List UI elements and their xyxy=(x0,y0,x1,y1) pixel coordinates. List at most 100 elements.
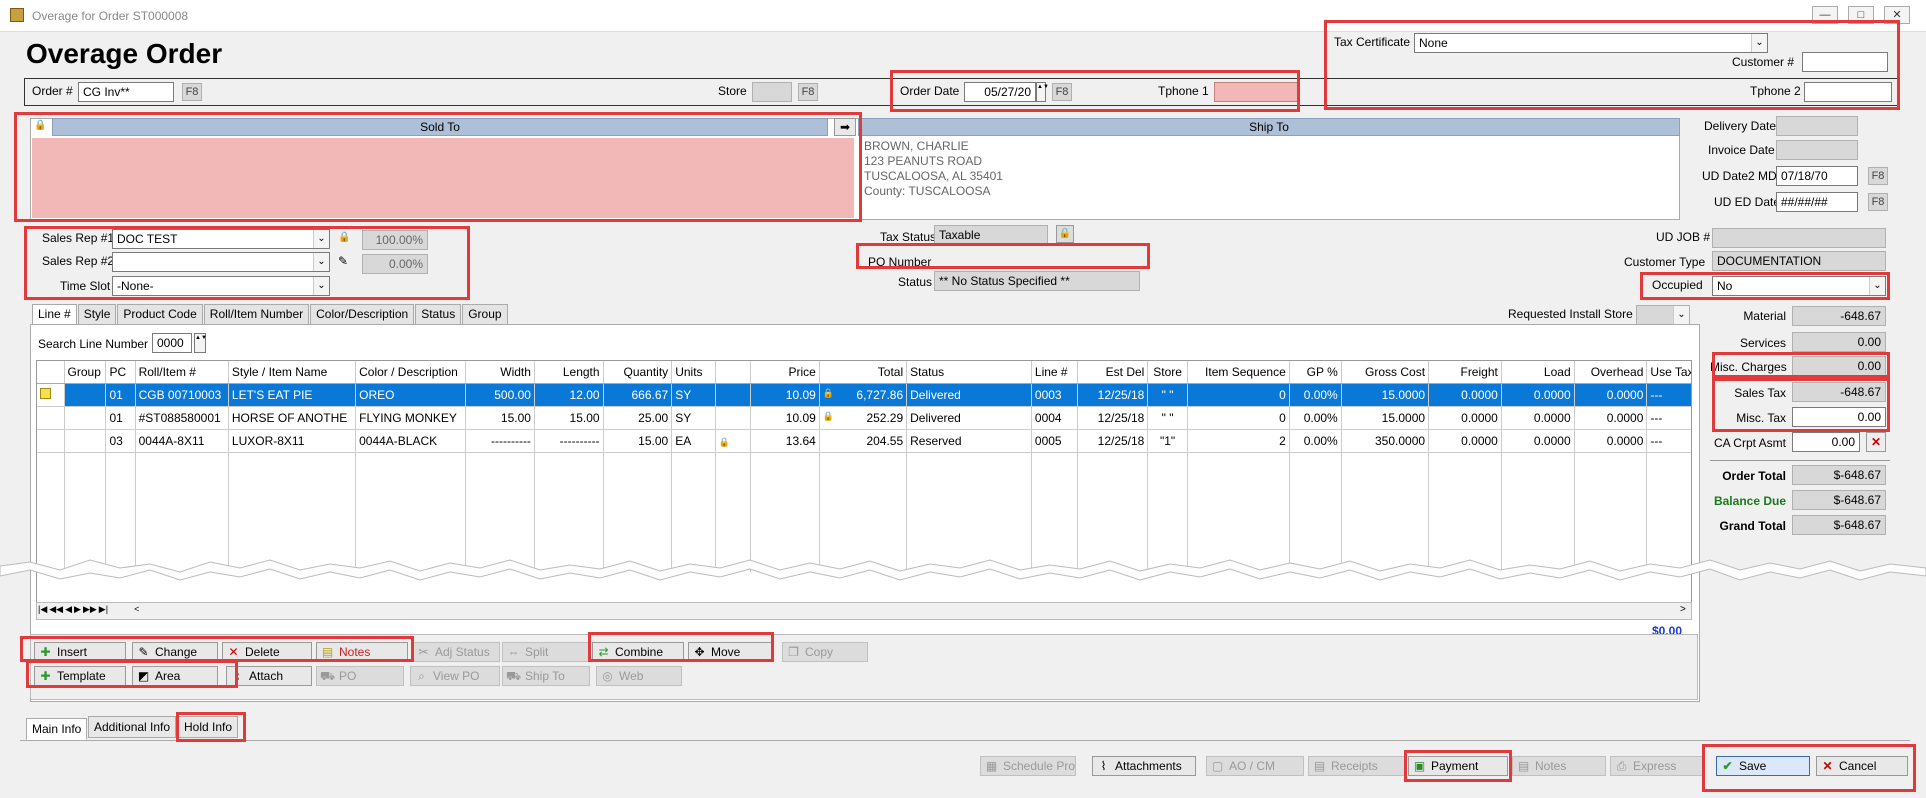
col-length[interactable]: Length xyxy=(534,361,604,384)
clear-x-icon[interactable]: ✕ xyxy=(1866,432,1886,452)
table-row[interactable]: 01 CGB 00710003 LET'S EAT PIE OREO 500.0… xyxy=(37,383,1691,407)
web-button[interactable]: ◎ Web xyxy=(596,666,682,686)
order-number-input[interactable]: CG Inv** xyxy=(78,82,174,102)
col-total[interactable]: Total xyxy=(819,361,908,384)
footer-notes-button[interactable]: ▤ Notes xyxy=(1512,756,1606,776)
col-lock[interactable] xyxy=(715,361,752,384)
ship-to-button[interactable]: ⛟ Ship To xyxy=(502,666,590,686)
search-line-input[interactable]: 0000 xyxy=(152,333,192,353)
col-group[interactable]: Group xyxy=(64,361,107,384)
receipts-button[interactable]: ▤ Receipts xyxy=(1308,756,1406,776)
combine-button[interactable]: ⇄ Combine xyxy=(592,642,684,662)
prev-record-icon[interactable]: ◀ xyxy=(65,604,72,615)
invoice-date-input[interactable] xyxy=(1776,140,1858,160)
tab-main-info[interactable]: Main Info xyxy=(26,718,88,740)
col-gp-percent[interactable]: GP % xyxy=(1289,361,1342,384)
col-item-sequence[interactable]: Item Sequence xyxy=(1187,361,1290,384)
ud-date2-f8-button[interactable]: F8 xyxy=(1868,167,1888,185)
ud-ed-date-f8-button[interactable]: F8 xyxy=(1868,193,1888,211)
ud-date2-input[interactable]: 07/18/70 xyxy=(1776,166,1858,186)
tab-line-number[interactable]: Line # xyxy=(32,304,77,324)
tphone2-input[interactable] xyxy=(1804,82,1892,102)
copy-arrow-icon[interactable]: ➡ xyxy=(834,118,856,136)
lock-icon[interactable]: 🔒 xyxy=(338,232,352,246)
lock-icon[interactable]: 🔒 xyxy=(34,120,50,136)
sales-rep1-select[interactable]: DOC TEST ⌄ xyxy=(112,229,330,249)
last-record-icon[interactable]: ▶| xyxy=(99,604,108,615)
col-overhead[interactable]: Overhead xyxy=(1574,361,1648,384)
insert-button[interactable]: ✚ Insert xyxy=(34,642,126,662)
ao-cm-button[interactable]: ▢ AO / CM xyxy=(1206,756,1304,776)
col-pc[interactable]: PC xyxy=(105,361,136,384)
order-date-input[interactable]: 05/27/20 xyxy=(964,82,1036,102)
close-button[interactable]: ✕ xyxy=(1884,6,1910,24)
po-button[interactable]: ⛟ PO xyxy=(316,666,404,686)
occupied-select[interactable]: No ⌄ xyxy=(1712,276,1886,296)
attachments-button[interactable]: ⌇ Attachments xyxy=(1092,756,1196,776)
order-date-spinner[interactable]: ▲▼ xyxy=(1036,82,1049,102)
col-quantity[interactable]: Quantity xyxy=(603,361,673,384)
col-units[interactable]: Units xyxy=(671,361,716,384)
ud-job-input[interactable] xyxy=(1712,228,1886,248)
time-slot-select[interactable]: -None- ⌄ xyxy=(112,276,330,296)
col-roll-item[interactable]: Roll/Item # xyxy=(135,361,229,384)
tab-status[interactable]: Status xyxy=(415,304,462,324)
customer-number-input[interactable] xyxy=(1802,52,1888,72)
tab-roll-item-number[interactable]: Roll/Item Number xyxy=(203,304,310,324)
attach-button[interactable]: ⌇ Attach xyxy=(226,666,312,686)
grid-scrollbar[interactable] xyxy=(36,602,1692,620)
first-record-icon[interactable]: |◀ xyxy=(38,604,47,615)
col-gross-cost[interactable]: Gross Cost xyxy=(1341,361,1430,384)
col-store[interactable]: Store xyxy=(1147,361,1188,384)
col-use-tax[interactable]: Use Tax xyxy=(1646,361,1691,384)
sold-to-address[interactable] xyxy=(32,138,854,218)
minimize-button[interactable]: — xyxy=(1812,6,1838,24)
adj-status-button[interactable]: ✂ Adj Status xyxy=(412,642,500,662)
schedule-pro-button[interactable]: ▦ Schedule Pro xyxy=(980,756,1076,776)
table-row[interactable]: 03 0044A-8X11 LUXOR-8X11 0044A-BLACK ---… xyxy=(37,429,1691,453)
template-button[interactable]: ✚ Template xyxy=(34,666,126,686)
notes-indicator-icon[interactable] xyxy=(37,383,65,407)
table-row[interactable]: 01 #ST088580001 HORSE OF ANOTHE FLYING M… xyxy=(37,406,1691,430)
tphone1-input[interactable] xyxy=(1214,82,1298,102)
payment-button[interactable]: ▣ Payment xyxy=(1408,756,1508,776)
po-number-input[interactable] xyxy=(934,249,1146,269)
next-record-icon[interactable]: ▶ xyxy=(74,604,81,615)
search-line-spinner[interactable]: ▲▼ xyxy=(194,333,207,353)
prev-page-icon[interactable]: ◀◀ xyxy=(49,604,63,615)
tab-group[interactable]: Group xyxy=(462,304,508,324)
lock-icon[interactable]: 🔒 xyxy=(1056,225,1074,243)
col-price[interactable]: Price xyxy=(750,361,820,384)
scroll-left-icon[interactable]: < xyxy=(134,604,139,615)
col-line-number[interactable]: Line # xyxy=(1031,361,1078,384)
misc-tax-input[interactable]: 0.00 xyxy=(1792,407,1886,427)
order-date-f8-button[interactable]: F8 xyxy=(1052,83,1072,101)
tab-hold-info[interactable]: Hold Info xyxy=(178,716,239,738)
tax-certificate-select[interactable]: None ⌄ xyxy=(1414,33,1768,53)
ca-crpt-asmt-input[interactable]: 0.00 xyxy=(1792,432,1860,452)
col-est-del[interactable]: Est Del xyxy=(1077,361,1149,384)
sales-rep2-select[interactable]: ⌄ xyxy=(112,252,330,272)
store-f8-button[interactable]: F8 xyxy=(798,83,818,101)
col-width[interactable]: Width xyxy=(465,361,535,384)
split-commission-icon[interactable]: ✎ xyxy=(338,254,356,270)
area-button[interactable]: ◩ Area xyxy=(132,666,218,686)
ud-ed-date-input[interactable]: ##/##/## xyxy=(1776,192,1858,212)
move-button[interactable]: ✥ Move xyxy=(688,642,772,662)
delivery-date-input[interactable] xyxy=(1776,116,1858,136)
scroll-right-icon[interactable]: > xyxy=(1680,604,1686,615)
col-freight[interactable]: Freight xyxy=(1428,361,1502,384)
store-input[interactable] xyxy=(752,82,792,102)
cancel-button[interactable]: ✕ Cancel xyxy=(1816,756,1908,776)
copy-button[interactable]: ❐ Copy xyxy=(782,642,868,662)
order-f8-button[interactable]: F8 xyxy=(182,83,202,101)
tab-additional-info[interactable]: Additional Info xyxy=(88,716,177,738)
col-color-description[interactable]: Color / Description xyxy=(355,361,467,384)
col-status[interactable]: Status xyxy=(906,361,1032,384)
view-po-button[interactable]: ⌕ View PO xyxy=(410,666,500,686)
col-indicator[interactable] xyxy=(37,361,65,384)
express-button[interactable]: ⎙ Express xyxy=(1610,756,1704,776)
col-load[interactable]: Load xyxy=(1501,361,1575,384)
col-style-item-name[interactable]: Style / Item Name xyxy=(228,361,357,384)
save-button[interactable]: ✔ Save xyxy=(1716,756,1810,776)
